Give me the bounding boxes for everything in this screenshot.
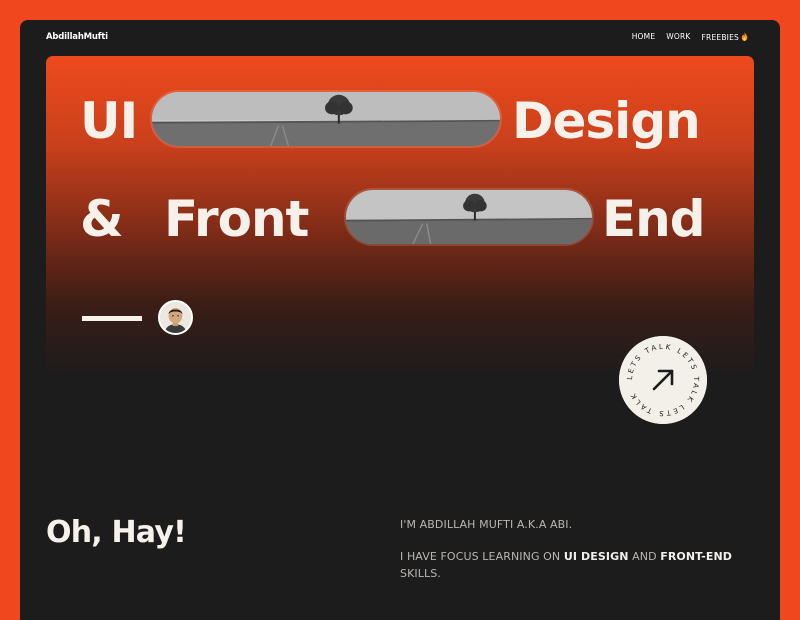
hero-image-1 xyxy=(150,90,502,148)
intro-line-2: I HAVE FOCUS LEARNING ON UI DESIGN AND F… xyxy=(400,548,745,582)
intro-line-2-pre: I HAVE FOCUS LEARNING ON xyxy=(400,550,564,563)
hero-word-design: Design xyxy=(512,92,701,150)
lets-talk-button[interactable]: LETS TALK LETS TALK LETS TALK xyxy=(619,336,707,424)
intro-heading: Oh, Hay! xyxy=(46,515,187,550)
nav-freebies-link[interactable]: FREEBIES xyxy=(702,32,748,42)
intro-line-1: I'M ABDILLAH MUFTI A.K.A ABI. xyxy=(400,518,573,531)
brand-logo[interactable]: AbdillahMufti xyxy=(46,32,108,42)
hero-word-front: Front xyxy=(164,190,309,248)
hero-image-2 xyxy=(344,188,594,246)
intro-line-2-post: SKILLS. xyxy=(400,567,441,580)
top-nav: AbdillahMufti HOME WORK FREEBIES xyxy=(20,20,780,56)
nav-links: HOME WORK FREEBIES xyxy=(632,32,748,42)
intro-text: I'M ABDILLAH MUFTI A.K.A ABI. I HAVE FOC… xyxy=(400,516,745,597)
page-frame: AbdillahMufti HOME WORK FREEBIES UI Desi… xyxy=(20,20,780,620)
hero-word-ampersand: & xyxy=(80,190,124,248)
hero-word-end: End xyxy=(602,190,706,248)
fire-icon xyxy=(741,32,748,42)
nav-home-link[interactable]: HOME xyxy=(632,32,656,42)
avatar xyxy=(158,300,193,335)
intro-front-end: FRONT-END xyxy=(660,550,732,563)
nav-freebies-label: FREEBIES xyxy=(701,33,739,42)
intro-ui-design: UI DESIGN xyxy=(563,550,629,563)
hero-dash xyxy=(82,316,142,321)
intro-line-2-mid: AND xyxy=(628,550,661,563)
hero-word-ui: UI xyxy=(80,92,138,150)
nav-work-link[interactable]: WORK xyxy=(666,32,690,42)
